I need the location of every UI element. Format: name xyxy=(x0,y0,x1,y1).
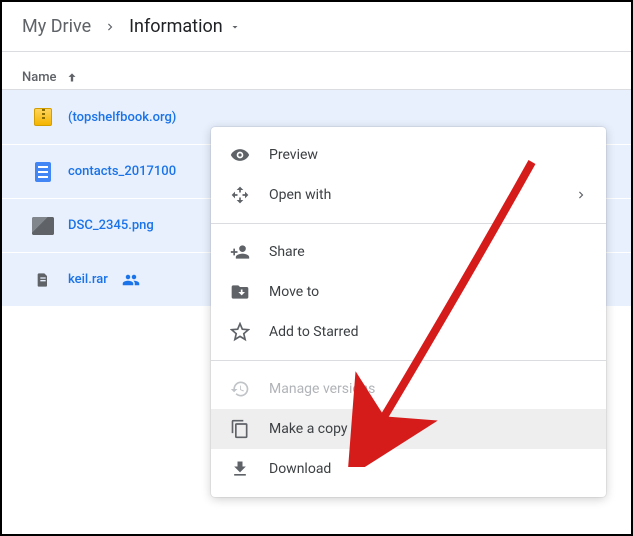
eye-icon xyxy=(229,145,251,165)
menu-label: Make a copy xyxy=(269,421,588,437)
breadcrumb-current-label: Information xyxy=(129,16,223,37)
breadcrumb-current[interactable]: Information xyxy=(129,16,241,37)
chevron-right-icon xyxy=(574,188,588,202)
dropdown-caret-icon xyxy=(229,21,241,33)
menu-divider xyxy=(211,360,606,361)
file-name: DSC_2345.png xyxy=(68,218,154,233)
breadcrumb-root[interactable]: My Drive xyxy=(22,16,91,37)
folder-move-icon xyxy=(229,282,251,302)
menu-label: Share xyxy=(269,244,588,260)
menu-label: Move to xyxy=(269,284,588,300)
rar-file-icon xyxy=(32,269,54,291)
document-file-icon xyxy=(32,161,54,183)
menu-label: Manage versions xyxy=(269,381,588,397)
menu-share[interactable]: Share xyxy=(211,232,606,272)
column-header[interactable]: Name xyxy=(2,52,631,90)
menu-divider xyxy=(211,223,606,224)
download-icon xyxy=(229,459,251,479)
menu-download[interactable]: Download xyxy=(211,449,606,489)
person-add-icon xyxy=(229,242,251,262)
menu-preview[interactable]: Preview xyxy=(211,135,606,175)
star-icon xyxy=(229,322,251,342)
sort-ascending-icon xyxy=(65,71,79,85)
menu-label: Add to Starred xyxy=(269,324,588,340)
menu-label: Preview xyxy=(269,147,588,163)
menu-move-to[interactable]: Move to xyxy=(211,272,606,312)
breadcrumb-bar: My Drive Information xyxy=(2,2,631,52)
file-name: (topshelfbook.org) xyxy=(68,110,176,125)
menu-open-with[interactable]: Open with xyxy=(211,175,606,215)
menu-label: Download xyxy=(269,461,588,477)
archive-file-icon xyxy=(32,106,54,128)
image-file-icon xyxy=(32,215,54,237)
file-name: keil.rar xyxy=(68,272,108,287)
context-menu: Preview Open with Share Move to Add to S… xyxy=(211,127,606,497)
file-name: contacts_2017100 xyxy=(68,164,176,179)
chevron-right-icon xyxy=(103,20,117,34)
copy-icon xyxy=(229,419,251,439)
menu-add-starred[interactable]: Add to Starred xyxy=(211,312,606,352)
shared-icon xyxy=(122,271,140,289)
menu-manage-versions: Manage versions xyxy=(211,369,606,409)
menu-label: Open with xyxy=(269,187,556,203)
history-icon xyxy=(229,379,251,399)
column-name-label: Name xyxy=(22,70,57,85)
menu-make-copy[interactable]: Make a copy xyxy=(211,409,606,449)
open-with-icon xyxy=(229,185,251,205)
